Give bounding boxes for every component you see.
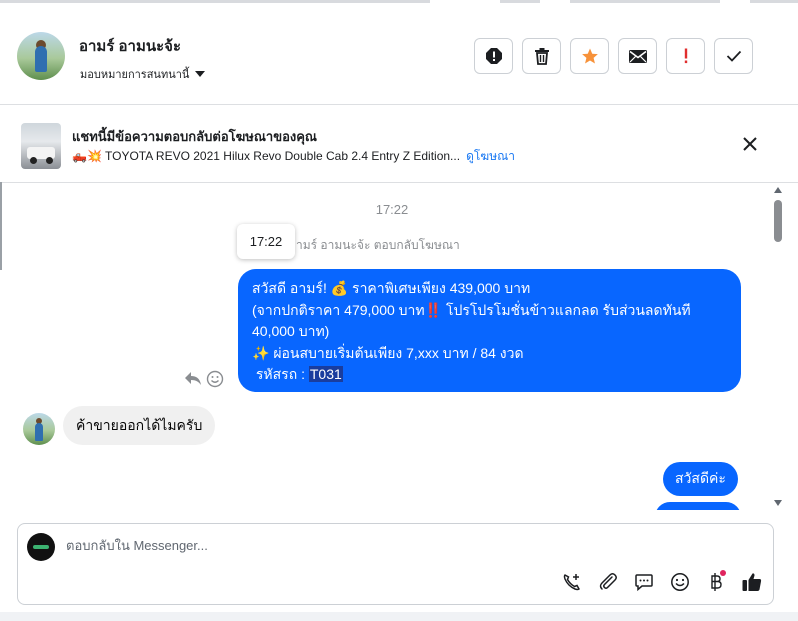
outgoing-message-bubble[interactable]: สวัสดีค่ะ bbox=[663, 462, 738, 496]
ad-reply-banner: แชทนี้มีข้อความตอบกลับต่อโฆษณาของคุณ 🛻💥 … bbox=[0, 106, 798, 183]
close-icon[interactable] bbox=[741, 135, 759, 153]
like-button[interactable] bbox=[740, 570, 763, 594]
car-code-value: T031 bbox=[308, 366, 343, 382]
chat-bubble-icon bbox=[634, 574, 653, 592]
notification-dot bbox=[720, 570, 726, 576]
envelope-icon bbox=[628, 49, 647, 63]
message-line: (จากปกติราคา 479,000 บาท‼️ โปรโปรโมชั่นข… bbox=[252, 301, 691, 318]
mark-done-button[interactable] bbox=[714, 38, 753, 74]
paperclip-icon bbox=[599, 573, 617, 590]
emoji-button[interactable] bbox=[668, 570, 691, 594]
composer-tools bbox=[560, 570, 763, 594]
caret-down-icon bbox=[195, 71, 206, 77]
contact-avatar-small[interactable] bbox=[23, 413, 55, 445]
message-line: สวัสดี อามร์! 💰 ราคาพิเศษเพียง 439,000 บ… bbox=[252, 280, 531, 296]
ad-thumbnail[interactable] bbox=[21, 123, 61, 169]
message-line: รหัสรถ : T031 bbox=[252, 364, 727, 386]
page-avatar bbox=[27, 533, 55, 561]
bottom-edge bbox=[0, 612, 798, 621]
conversation-header: อามร์ อามนะจ้ะ มอบหมายการสนทนานี้ bbox=[0, 4, 798, 105]
thread-timestamp: 17:22 bbox=[375, 202, 409, 217]
scroll-up-arrow[interactable] bbox=[774, 187, 782, 193]
reply-composer bbox=[17, 523, 774, 605]
ad-message-bubble[interactable]: สวัสดี อามร์! 💰 ราคาพิเศษเพียง 439,000 บ… bbox=[238, 269, 741, 392]
header-actions bbox=[474, 38, 753, 74]
emoji-react-icon[interactable] bbox=[206, 370, 224, 388]
ad-banner-subtitle: 🛻💥 TOYOTA REVO 2021 Hilux Revo Double Ca… bbox=[72, 147, 515, 166]
star-icon bbox=[581, 48, 598, 64]
mark-unread-button[interactable] bbox=[618, 38, 657, 74]
attach-button[interactable] bbox=[596, 570, 619, 594]
message-time-tooltip: 17:22 bbox=[237, 224, 295, 259]
thumbs-up-icon bbox=[742, 573, 761, 591]
car-code-label: รหัสรถ : bbox=[252, 366, 309, 382]
follow-up-button[interactable] bbox=[666, 38, 705, 74]
exclamation-icon bbox=[684, 48, 687, 64]
payment-button[interactable] bbox=[704, 570, 727, 594]
scroll-down-arrow[interactable] bbox=[774, 500, 782, 506]
message-line: ✨ ผ่อนสบายเริ่มต้นเพียง 7,xxx บาท / 84 ง… bbox=[252, 344, 524, 361]
message-thread: 17:22 ามร์ อามนะจ้ะ ตอบกลับโฆษณา 17:22 ส… bbox=[0, 184, 798, 510]
incoming-message-bubble[interactable]: ค้าขายออกได้ไมครับ bbox=[63, 406, 216, 445]
contact-name[interactable]: อามร์ อามนะจ้ะ bbox=[79, 34, 181, 58]
scrollbar-thumb[interactable] bbox=[774, 200, 782, 242]
alert-octagon-icon bbox=[485, 48, 502, 64]
ad-description: 🛻💥 TOYOTA REVO 2021 Hilux Revo Double Ca… bbox=[72, 149, 461, 163]
messenger-conversation-window: อามร์ อามนะจ้ะ มอบหมายการสนทนานี้ แชทนี้… bbox=[0, 0, 798, 621]
star-button[interactable] bbox=[570, 38, 609, 74]
message-line: 40,000 บาท) bbox=[252, 323, 330, 339]
ad-reply-note: ามร์ อามนะจ้ะ ตอบกลับโฆษณา bbox=[296, 238, 460, 252]
ad-banner-title: แชทนี้มีข้อความตอบกลับต่อโฆษณาของคุณ bbox=[72, 129, 317, 144]
trash-icon bbox=[534, 48, 549, 65]
outgoing-message-bubble-partial[interactable] bbox=[655, 502, 741, 510]
spam-button[interactable] bbox=[474, 38, 513, 74]
message-actions bbox=[184, 370, 224, 388]
phone-plus-icon bbox=[563, 574, 580, 591]
smiley-icon bbox=[670, 573, 689, 591]
assign-label: มอบหมายการสนทนานี้ bbox=[80, 69, 190, 81]
thread-scrollbar[interactable] bbox=[772, 184, 784, 510]
check-icon bbox=[726, 50, 741, 62]
contact-avatar[interactable] bbox=[17, 32, 65, 80]
assign-conversation-dropdown[interactable]: มอบหมายการสนทนานี้ bbox=[80, 65, 206, 83]
reply-input[interactable] bbox=[66, 538, 666, 553]
delete-button[interactable] bbox=[522, 38, 561, 74]
reply-icon[interactable] bbox=[184, 370, 202, 386]
saved-replies-button[interactable] bbox=[632, 570, 655, 594]
call-button[interactable] bbox=[560, 570, 583, 594]
view-ad-link[interactable]: ดูโฆษณา bbox=[466, 149, 515, 163]
